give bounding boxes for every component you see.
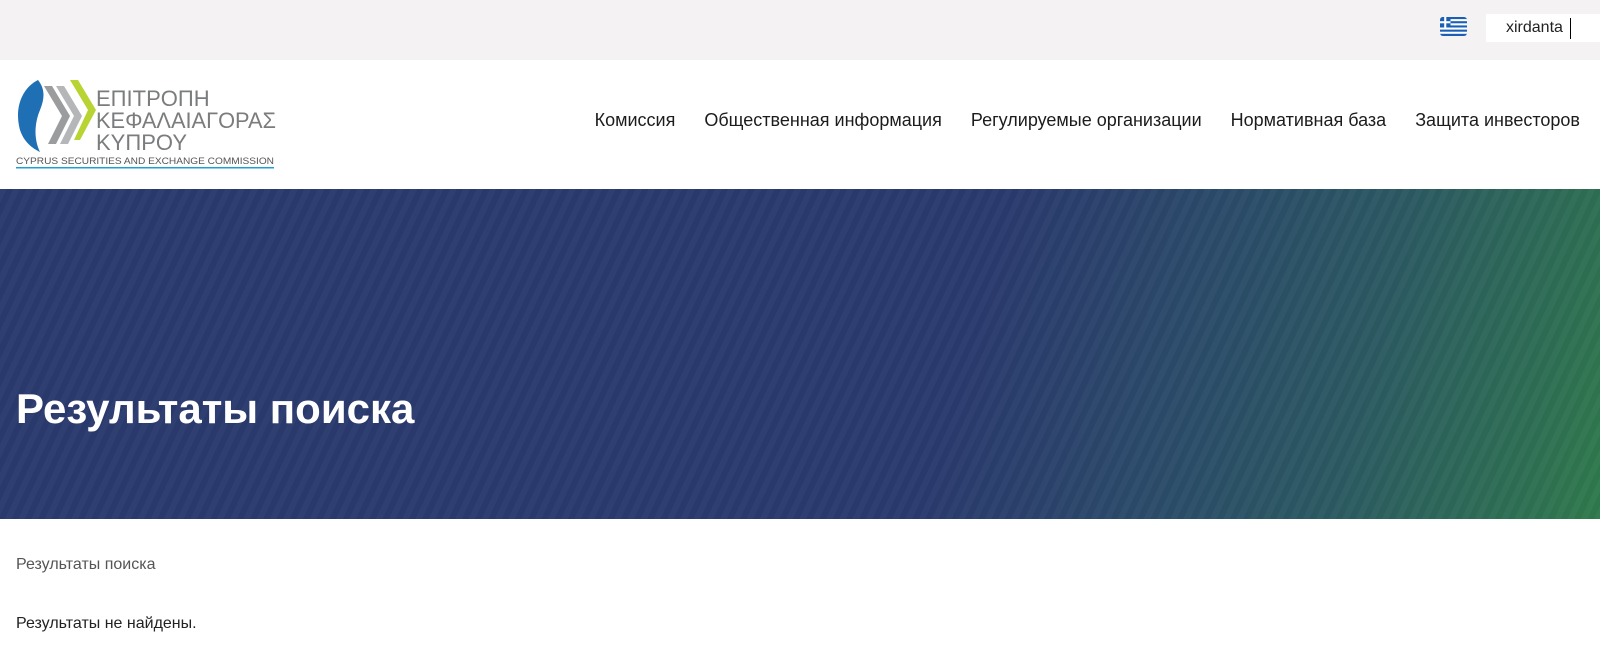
nav-item-regulated-entities[interactable]: Регулируемые организации bbox=[971, 110, 1202, 131]
nav-item-investor-protection[interactable]: Защита инвесторов bbox=[1415, 110, 1580, 131]
top-utility-bar bbox=[0, 0, 1600, 60]
logo-line-3: ΚΥΠΡΟΥ bbox=[96, 130, 187, 155]
nav-item-public-information[interactable]: Общественная информация bbox=[704, 110, 942, 131]
cysec-logo[interactable]: ΕΠΙΤΡΟΠΗ ΚΕΦΑΛΑΙΑΓΟΡΑΣ ΚΥΠΡΟΥ CYPRUS SEC… bbox=[16, 78, 278, 174]
logo-blue-shape bbox=[18, 80, 44, 152]
page-title: Результаты поиска bbox=[16, 385, 415, 432]
search-input[interactable] bbox=[1486, 14, 1600, 42]
logo-underline bbox=[16, 167, 274, 169]
nav-item-commission[interactable]: Комиссия bbox=[595, 110, 676, 131]
text-caret bbox=[1570, 18, 1571, 39]
nav-item-legal-framework[interactable]: Нормативная база bbox=[1231, 110, 1387, 131]
greece-flag-icon[interactable] bbox=[1440, 17, 1467, 36]
breadcrumb: Результаты поиска bbox=[16, 556, 156, 573]
no-results-message: Результаты не найдены. bbox=[16, 615, 197, 632]
site-header: ΕΠΙΤΡΟΠΗ ΚΕΦΑΛΑΙΑΓΟΡΑΣ ΚΥΠΡΟΥ CYPRUS SEC… bbox=[0, 60, 1600, 189]
logo-subtitle: CYPRUS SECURITIES AND EXCHANGE COMMISSIO… bbox=[16, 156, 274, 166]
main-nav: Комиссия Общественная информация Регулир… bbox=[595, 110, 1580, 131]
hero-banner: Результаты поиска bbox=[0, 189, 1600, 519]
